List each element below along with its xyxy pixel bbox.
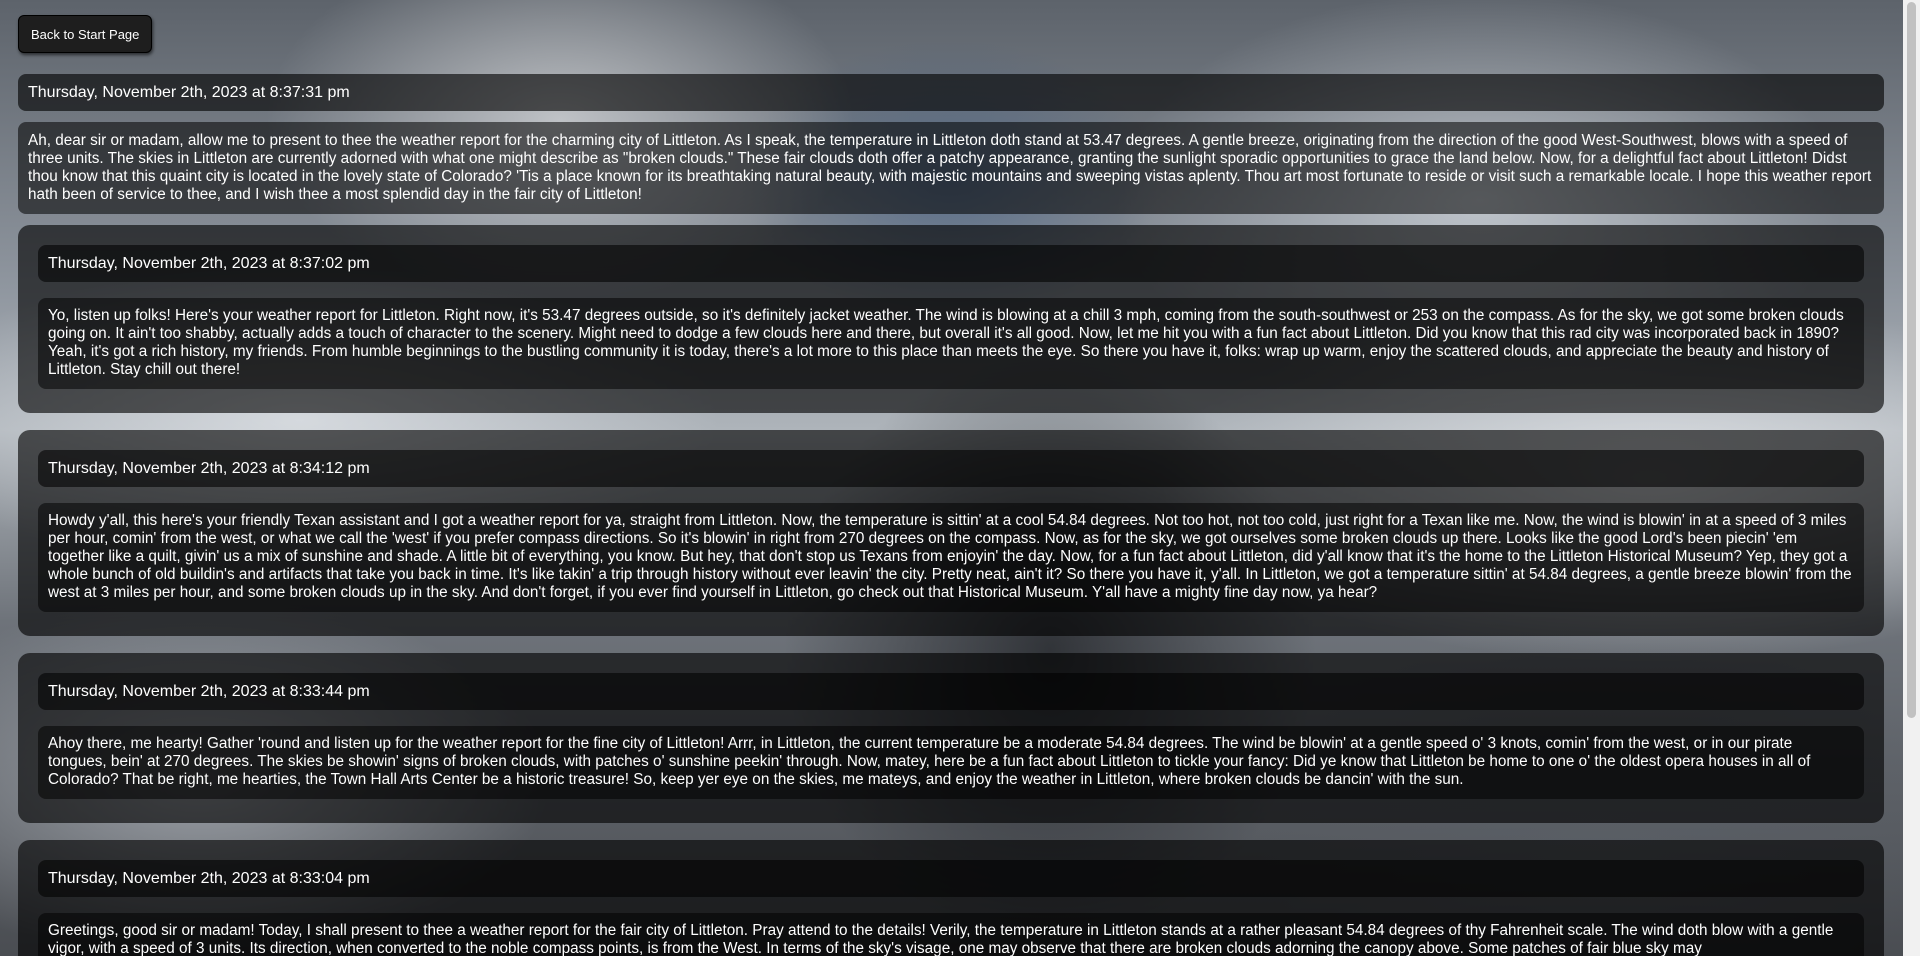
report-date: Thursday, November 2th, 2023 at 8:33:44 …	[38, 673, 1864, 710]
report-date: Thursday, November 2th, 2023 at 8:37:02 …	[38, 245, 1864, 282]
report-date: Thursday, November 2th, 2023 at 8:34:12 …	[38, 450, 1864, 487]
report-text: Greetings, good sir or madam! Today, I s…	[38, 913, 1864, 956]
weather-report-page: Back to Start Page Thursday, November 2t…	[0, 0, 1902, 956]
latest-report-date: Thursday, November 2th, 2023 at 8:37:31 …	[18, 74, 1884, 111]
report-text: Ahoy there, me hearty! Gather 'round and…	[38, 726, 1864, 799]
scrollbar-thumb[interactable]	[1907, 2, 1916, 718]
latest-report-text: Ah, dear sir or madam, allow me to prese…	[18, 122, 1884, 214]
report-card: Thursday, November 2th, 2023 at 8:33:44 …	[18, 653, 1884, 823]
report-text: Howdy y'all, this here's your friendly T…	[38, 503, 1864, 612]
report-card: Thursday, November 2th, 2023 at 8:33:04 …	[18, 840, 1884, 956]
back-to-start-button[interactable]: Back to Start Page	[18, 15, 153, 53]
report-card: Thursday, November 2th, 2023 at 8:37:02 …	[18, 225, 1884, 413]
report-text: Yo, listen up folks! Here's your weather…	[38, 298, 1864, 389]
vertical-scrollbar[interactable]	[1903, 0, 1920, 956]
report-card: Thursday, November 2th, 2023 at 8:34:12 …	[18, 430, 1884, 636]
report-date: Thursday, November 2th, 2023 at 8:33:04 …	[38, 860, 1864, 897]
